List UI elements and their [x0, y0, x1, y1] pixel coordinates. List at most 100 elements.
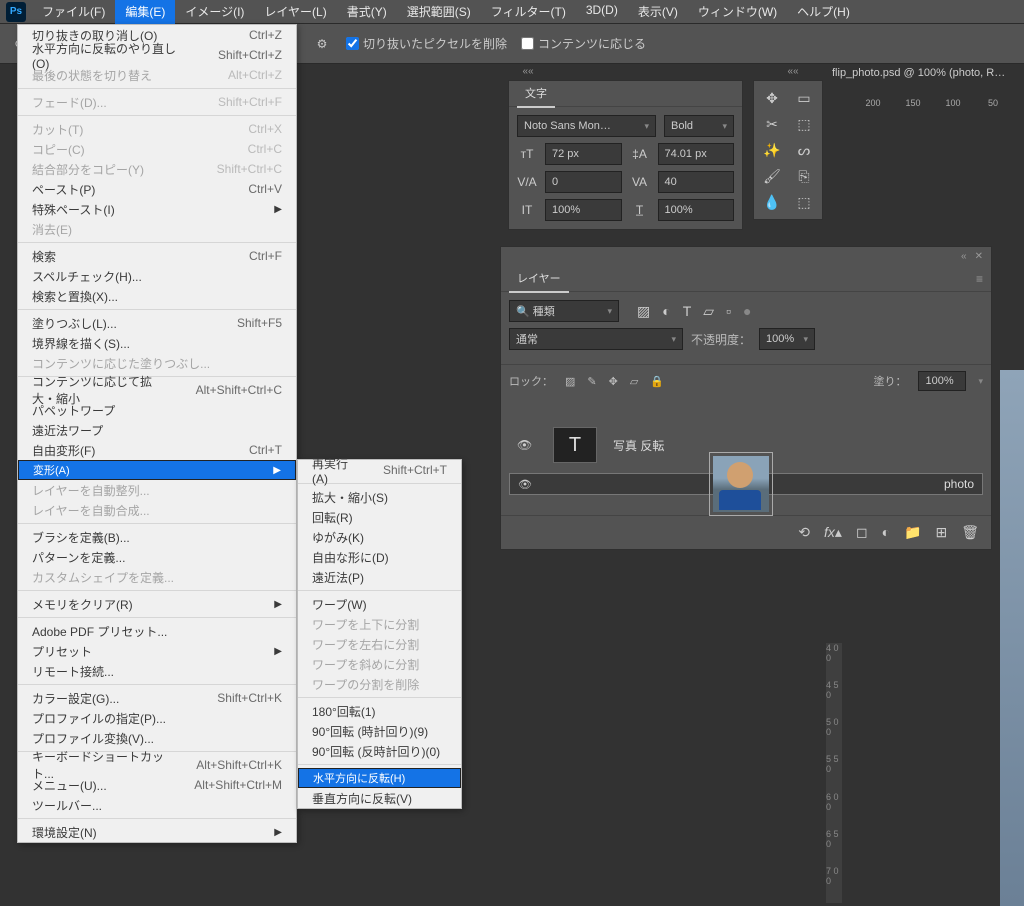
- canvas-image[interactable]: [1000, 370, 1024, 906]
- font-family-select[interactable]: Noto Sans Mon…▾: [517, 115, 656, 137]
- menu-item[interactable]: プリセット▶: [18, 641, 296, 661]
- layers-tab[interactable]: レイヤー: [509, 265, 569, 293]
- menu-item[interactable]: ペースト(P)Ctrl+V: [18, 179, 296, 199]
- menu-item[interactable]: 遠近法(P): [298, 567, 461, 587]
- menu-item[interactable]: パペットワープ: [18, 400, 296, 420]
- menu-ヘルプ(H)[interactable]: ヘルプ(H): [787, 0, 860, 24]
- vscale-field[interactable]: 100%: [545, 199, 622, 221]
- menu-item[interactable]: 塗りつぶし(L)...Shift+F5: [18, 313, 296, 333]
- brush-tool-icon[interactable]: 🖌: [758, 165, 786, 187]
- filter-shape-icon[interactable]: ▱: [703, 303, 714, 320]
- menu-item[interactable]: 検索と置換(X)...: [18, 286, 296, 306]
- delete-layer-icon[interactable]: 🗑: [961, 524, 979, 541]
- gear-icon[interactable]: ⚙: [312, 34, 332, 54]
- menu-item[interactable]: 水平方向に反転のやり直し(O)Shift+Ctrl+Z: [18, 45, 296, 65]
- link-layers-icon[interactable]: ⟲: [798, 524, 810, 541]
- menu-item[interactable]: ワープ(W): [298, 594, 461, 614]
- lock-brush-icon[interactable]: ✎: [587, 375, 596, 388]
- menu-イメージ(I)[interactable]: イメージ(I): [175, 0, 254, 24]
- menu-item[interactable]: 水平方向に反転(H): [298, 768, 461, 788]
- collapse-icon[interactable]: «: [961, 251, 967, 262]
- menu-item[interactable]: 回転(R): [298, 507, 461, 527]
- menu-item[interactable]: 自由変形(F)Ctrl+T: [18, 440, 296, 460]
- menu-item[interactable]: プロファイル変換(V)...: [18, 728, 296, 748]
- character-tab[interactable]: 文字: [517, 80, 555, 108]
- menu-item[interactable]: 遠近法ワープ: [18, 420, 296, 440]
- menu-item[interactable]: 垂直方向に反転(V): [298, 788, 461, 808]
- content-aware-checkbox[interactable]: コンテンツに応じる: [521, 35, 646, 52]
- menu-item[interactable]: ツールバー...: [18, 795, 296, 815]
- content-aware-input[interactable]: [521, 37, 534, 50]
- menu-item[interactable]: 再実行(A)Shift+Ctrl+T: [298, 460, 461, 480]
- menu-item[interactable]: スペルチェック(H)...: [18, 266, 296, 286]
- filter-adjust-icon[interactable]: ◐: [662, 303, 670, 320]
- new-layer-icon[interactable]: ⊞: [935, 524, 947, 541]
- menu-item[interactable]: 拡大・縮小(S): [298, 487, 461, 507]
- menu-item[interactable]: メニュー(U)...Alt+Shift+Ctrl+M: [18, 775, 296, 795]
- leading-field[interactable]: 74.01 px: [658, 143, 735, 165]
- tracking-field[interactable]: 40: [658, 171, 735, 193]
- hscale-field[interactable]: 100%: [658, 199, 735, 221]
- menu-ウィンドウ(W)[interactable]: ウィンドウ(W): [688, 0, 787, 24]
- menu-編集(E)[interactable]: 編集(E): [115, 0, 175, 24]
- filter-type-select[interactable]: 🔍 種類▾: [509, 300, 619, 322]
- eyedropper-tool-icon[interactable]: 💧: [758, 191, 786, 213]
- group-icon[interactable]: 📁: [904, 524, 921, 541]
- menu-item[interactable]: メモリをクリア(R)▶: [18, 594, 296, 614]
- visibility-icon[interactable]: 👁: [518, 478, 538, 491]
- stamp-tool-icon[interactable]: ⎘: [790, 165, 818, 187]
- selection-tool-icon[interactable]: ⬚: [790, 191, 818, 213]
- document-tab[interactable]: flip_photo.psd @ 100% (photo, R…: [832, 64, 1005, 82]
- menu-item[interactable]: キーボードショートカット...Alt+Shift+Ctrl+K: [18, 755, 296, 775]
- menu-item[interactable]: ゆがみ(K): [298, 527, 461, 547]
- panel-menu-icon[interactable]: ≡: [976, 272, 983, 286]
- layer-thumbnail[interactable]: [713, 456, 769, 512]
- filter-pixel-icon[interactable]: ▨: [637, 303, 650, 320]
- lasso-tool-icon[interactable]: ᔕ: [790, 139, 818, 161]
- font-weight-select[interactable]: Bold▾: [664, 115, 734, 137]
- menu-表示(V)[interactable]: 表示(V): [628, 0, 688, 24]
- filter-smart-icon[interactable]: ▫: [726, 303, 731, 320]
- menu-item[interactable]: プロファイルの指定(P)...: [18, 708, 296, 728]
- menu-item[interactable]: 境界線を描く(S)...: [18, 333, 296, 353]
- filter-type-icon[interactable]: T: [683, 303, 692, 320]
- wand-tool-icon[interactable]: ✨: [758, 139, 786, 161]
- delete-cropped-checkbox[interactable]: 切り抜いたピクセルを削除: [346, 35, 507, 52]
- layer-name[interactable]: 写真 反転: [613, 437, 664, 454]
- menu-item[interactable]: リモート接続...: [18, 661, 296, 681]
- layer-name[interactable]: photo: [944, 477, 974, 491]
- menu-3D(D)[interactable]: 3D(D): [576, 0, 628, 24]
- menu-item[interactable]: 環境設定(N)▶: [18, 822, 296, 842]
- lock-pixels-icon[interactable]: ▨: [565, 375, 575, 388]
- menu-item[interactable]: 90°回転 (反時計回り)(0): [298, 741, 461, 761]
- menu-レイヤー(L)[interactable]: レイヤー(L): [254, 0, 336, 24]
- lock-artboard-icon[interactable]: ▱: [630, 375, 638, 388]
- marquee-tool-icon[interactable]: ⬚: [790, 113, 818, 135]
- lock-all-icon[interactable]: 🔒: [650, 375, 664, 388]
- filter-toggle-icon[interactable]: ●: [743, 303, 751, 320]
- lock-position-icon[interactable]: ✥: [609, 375, 618, 388]
- collapse-handle[interactable]: ««: [778, 66, 808, 76]
- menu-item[interactable]: 180°回転(1): [298, 701, 461, 721]
- move-tool-icon[interactable]: ✥: [758, 87, 786, 109]
- menu-選択範囲(S)[interactable]: 選択範囲(S): [397, 0, 481, 24]
- close-icon[interactable]: ✕: [975, 251, 983, 262]
- layer-mask-icon[interactable]: ◻: [856, 524, 868, 541]
- fill-field[interactable]: 100%: [918, 371, 966, 391]
- menu-item[interactable]: 変形(A)▶: [18, 460, 296, 480]
- crop-tool-icon[interactable]: ✂: [758, 113, 786, 135]
- kerning-field[interactable]: 0: [545, 171, 622, 193]
- menu-item[interactable]: 特殊ペースト(I)▶: [18, 199, 296, 219]
- menu-item[interactable]: 自由な形に(D): [298, 547, 461, 567]
- menu-フィルター(T)[interactable]: フィルター(T): [481, 0, 576, 24]
- blend-mode-select[interactable]: 通常▾: [509, 328, 683, 350]
- collapse-handle[interactable]: ««: [513, 66, 543, 76]
- menu-item[interactable]: ブラシを定義(B)...: [18, 527, 296, 547]
- menu-ファイル(F)[interactable]: ファイル(F): [32, 0, 115, 24]
- adjustment-layer-icon[interactable]: ◐: [882, 524, 890, 541]
- delete-cropped-input[interactable]: [346, 37, 359, 50]
- layer-item-photo[interactable]: 👁 photo: [509, 473, 983, 495]
- visibility-icon[interactable]: 👁: [517, 438, 537, 452]
- menu-item[interactable]: カラー設定(G)...Shift+Ctrl+K: [18, 688, 296, 708]
- menu-item[interactable]: コンテンツに応じて拡大・縮小Alt+Shift+Ctrl+C: [18, 380, 296, 400]
